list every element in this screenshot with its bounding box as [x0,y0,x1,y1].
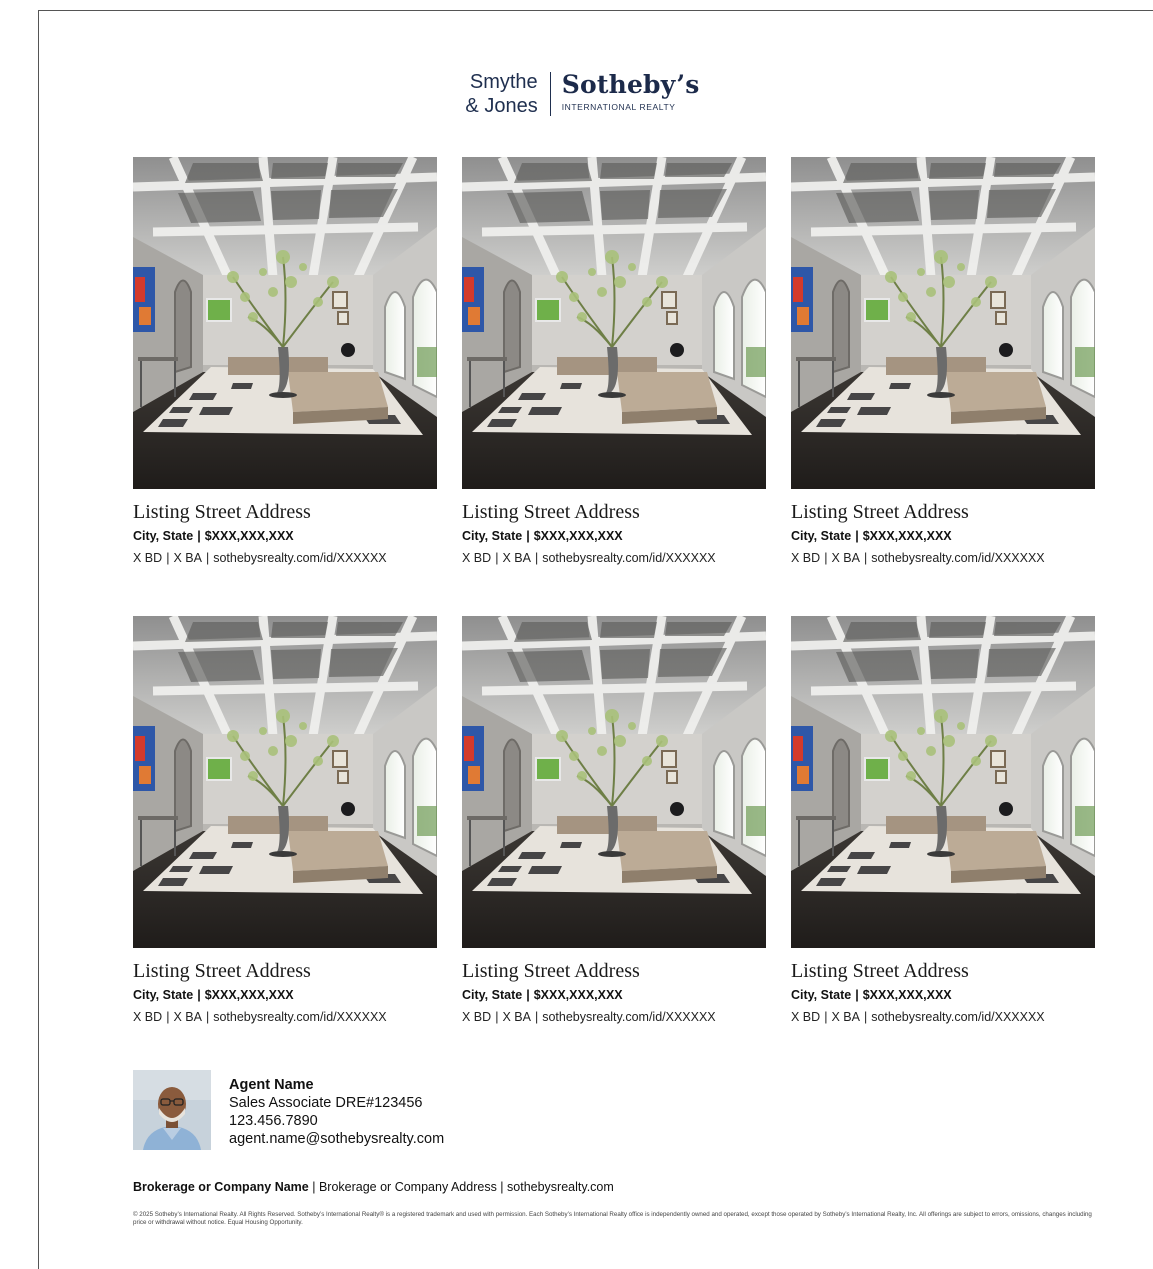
listing-card[interactable]: Listing Street Address City, State | $XXX,… [133,157,437,566]
listing-photo[interactable] [462,157,766,489]
listing-specs: X BD | X BA | sothebysrealty.com/id/XXXXXX [791,1009,1095,1025]
listing-baths: X BA [173,551,202,565]
listing-city-price: City, State | $XXX,XXX,XXX [462,987,766,1003]
brokerage-line: Brokerage or Company Name | Brokerage or… [133,1180,614,1194]
listing-price: $XXX,XXX,XXX [204,529,294,543]
listing-specs: X BD | X BA | sothebysrealty.com/id/XXXXXX [462,1009,766,1025]
listing-price: $XXX,XXX,XXX [533,988,623,1002]
listing-city: City, State [791,529,852,543]
listing-url[interactable]: sothebysrealty.com/id/XXXXXX [213,1010,386,1024]
listing-address: Listing Street Address [462,501,640,523]
listing-price: $XXX,XXX,XXX [533,529,623,543]
brokerage-details: | Brokerage or Company Address | sotheby… [308,1180,614,1194]
agent-block: Agent Name Sales Associate DRE#123456 12… [133,1070,444,1150]
listing-specs: X BD | X BA | sothebysrealty.com/id/XXXXXX [133,1009,437,1025]
brand-logo-text: Sotheby’s INTERNATIONAL REALTY [551,70,700,112]
separator: | [495,1010,499,1024]
listing-url[interactable]: sothebysrealty.com/id/XXXXXX [871,1010,1044,1024]
separator: | [534,551,539,565]
listing-city-price: City, State | $XXX,XXX,XXX [462,528,766,544]
listing-city: City, State [791,988,852,1002]
separator: | [166,1010,170,1024]
listing-baths: X BA [831,551,860,565]
separator: | [197,529,201,543]
brand-name: Sotheby’s [561,70,700,99]
agent-name: Agent Name [229,1077,314,1093]
separator: | [534,1010,539,1024]
listing-card[interactable]: Listing Street Address City, State | $XXX,… [133,616,437,1025]
listing-city-price: City, State | $XXX,XXX,XXX [133,528,437,544]
listing-address: Listing Street Address [133,501,311,523]
partner-line-2: & Jones [465,95,538,117]
listing-card[interactable]: Listing Street Address City, State | $XXX,… [791,616,1095,1025]
brokerage-name: Brokerage or Company Name [133,1180,309,1194]
agent-avatar-illustration [133,1070,211,1150]
separator: | [824,551,828,565]
separator: | [526,988,530,1002]
listing-beds: X BD [791,551,821,565]
legal-disclaimer: © 2025 Sotheby’s International Realty. A… [133,1211,1092,1226]
listing-city: City, State [462,529,523,543]
separator: | [205,551,210,565]
listing-beds: X BD [791,1010,821,1024]
listing-url[interactable]: sothebysrealty.com/id/XXXXXX [542,1010,715,1024]
listing-photo[interactable] [462,616,766,948]
listing-price: $XXX,XXX,XXX [204,988,294,1002]
listing-beds: X BD [462,1010,492,1024]
listing-city-price: City, State | $XXX,XXX,XXX [791,987,1095,1003]
listing-url[interactable]: sothebysrealty.com/id/XXXXXX [542,551,715,565]
listing-baths: X BA [502,1010,531,1024]
separator: | [855,529,859,543]
partner-line-1: Smythe [469,71,538,93]
separator: | [166,551,170,565]
listing-card[interactable]: Listing Street Address City, State | $XXX,… [791,157,1095,566]
separator: | [205,1010,210,1024]
agent-title: Sales Associate DRE#123456 [229,1095,423,1111]
separator: | [824,1010,828,1024]
agent-avatar [133,1070,211,1150]
listing-beds: X BD [462,551,492,565]
separator: | [197,988,201,1002]
listing-photo[interactable] [133,157,437,489]
listing-url[interactable]: sothebysrealty.com/id/XXXXXX [213,551,386,565]
listing-city: City, State [133,988,194,1002]
listing-baths: X BA [502,551,531,565]
brand-subtitle: INTERNATIONAL REALTY [561,102,676,112]
listing-baths: X BA [173,1010,202,1024]
partner-logo-text: Smythe & Jones [465,70,549,118]
listing-address: Listing Street Address [791,960,969,982]
listing-baths: X BA [831,1010,860,1024]
separator: | [526,529,530,543]
agent-email[interactable]: agent.name@sothebysrealty.com [229,1130,444,1148]
listing-url[interactable]: sothebysrealty.com/id/XXXXXX [871,551,1044,565]
listing-city-price: City, State | $XXX,XXX,XXX [791,528,1095,544]
listing-card[interactable]: Listing Street Address City, State | $XXX,… [462,157,766,566]
listing-beds: X BD [133,1010,163,1024]
listing-specs: X BD | X BA | sothebysrealty.com/id/XXXXXX [133,550,437,566]
listing-specs: X BD | X BA | sothebysrealty.com/id/XXXXXX [791,550,1095,566]
agent-phone[interactable]: 123.456.7890 [229,1112,444,1130]
listings-grid: Listing Street Address City, State | $XXX,… [133,157,1095,1025]
listing-photo[interactable] [791,157,1095,489]
listing-city: City, State [462,988,523,1002]
listing-specs: X BD | X BA | sothebysrealty.com/id/XXXXXX [462,550,766,566]
listing-price: $XXX,XXX,XXX [862,529,952,543]
listing-beds: X BD [133,551,163,565]
listing-address: Listing Street Address [462,960,640,982]
listing-photo[interactable] [791,616,1095,948]
separator: | [855,988,859,1002]
separator: | [863,1010,868,1024]
listing-city: City, State [133,529,194,543]
listing-card[interactable]: Listing Street Address City, State | $XXX,… [462,616,766,1025]
listing-address: Listing Street Address [133,960,311,982]
listing-address: Listing Street Address [791,501,969,523]
separator: | [863,551,868,565]
brand-logo: Smythe & Jones Sotheby’s INTERNATIONAL R… [0,70,1153,118]
listing-city-price: City, State | $XXX,XXX,XXX [133,987,437,1003]
listing-price: $XXX,XXX,XXX [862,988,952,1002]
separator: | [495,551,499,565]
listing-photo[interactable] [133,616,437,948]
agent-info: Agent Name Sales Associate DRE#123456 12… [229,1076,444,1150]
